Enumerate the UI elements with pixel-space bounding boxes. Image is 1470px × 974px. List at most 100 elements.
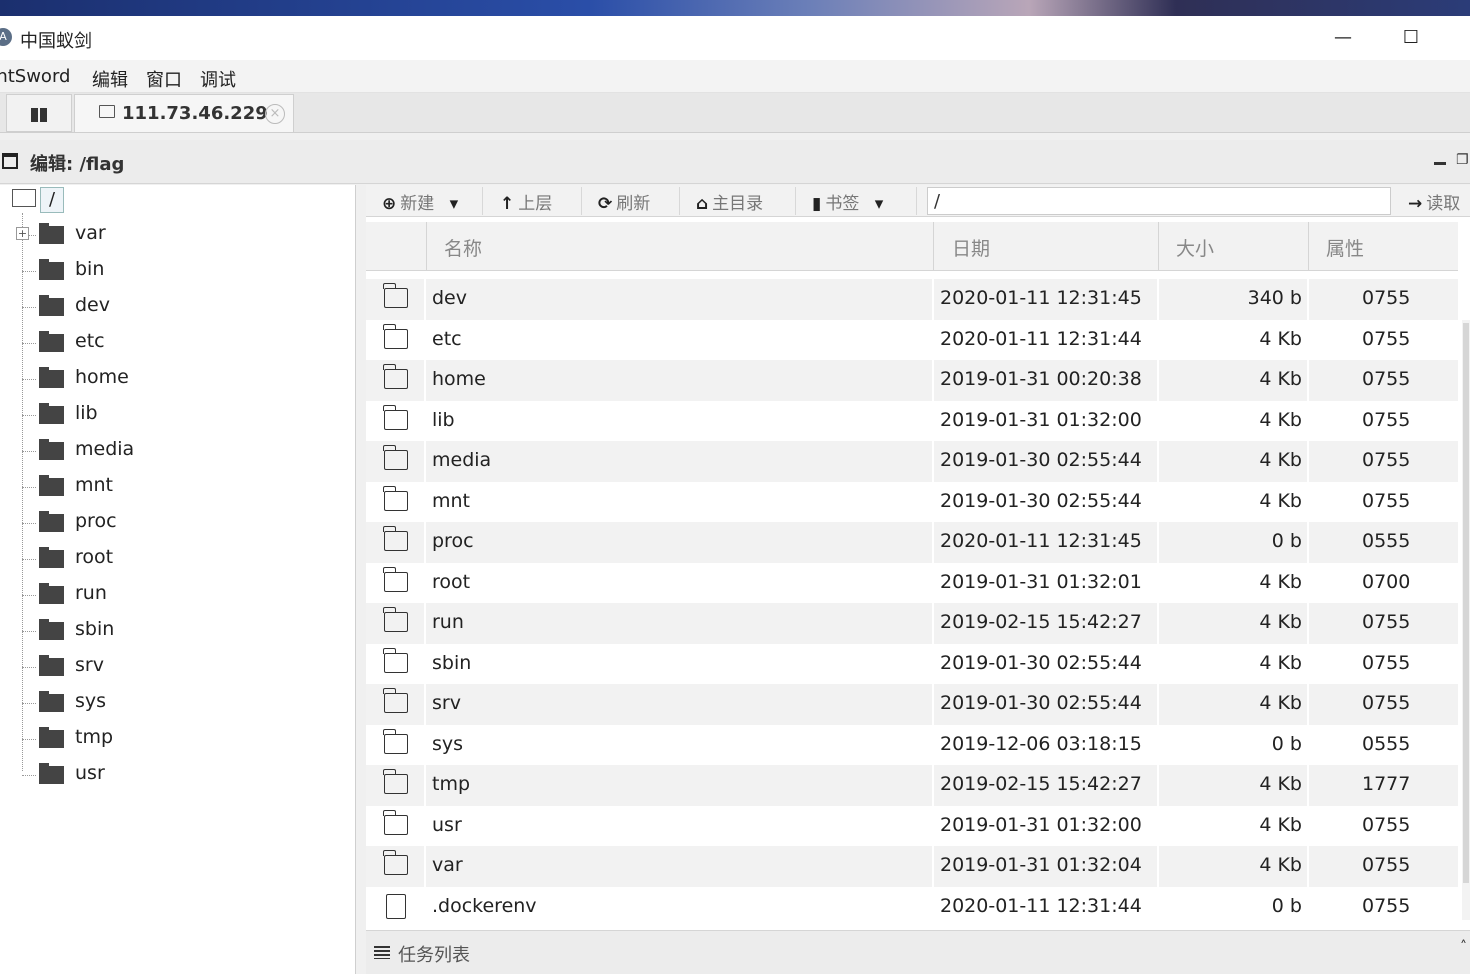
tree-item[interactable]: root — [0, 541, 356, 577]
menu-bar: AntSword 编辑 窗口 调试 — [0, 60, 1470, 93]
folder-icon — [39, 403, 64, 424]
menu-window[interactable]: 窗口 — [146, 66, 182, 92]
minimize-button[interactable]: — — [1320, 16, 1366, 60]
task-list-bar: 任务列表 ˄ — [366, 930, 1470, 974]
file-row[interactable]: var 2019-01-31 01:32:04 4 Kb 0755 — [366, 846, 1458, 887]
column-header-perm[interactable]: 属性 — [1326, 234, 1364, 261]
new-button[interactable]: ⊕ 新建 ▾ — [382, 189, 462, 214]
tree-item-label: usr — [75, 762, 105, 784]
folder-icon — [39, 367, 64, 388]
refresh-button[interactable]: ⟳ 刷新 — [598, 189, 650, 214]
column-divider — [1157, 319, 1159, 360]
tree-guide-line — [22, 667, 36, 668]
tree-item[interactable]: tmp — [0, 721, 356, 757]
menu-debug[interactable]: 调试 — [200, 66, 236, 92]
tree-item[interactable]: bin — [0, 253, 356, 289]
column-divider — [1307, 846, 1309, 887]
column-divider — [1157, 765, 1159, 806]
plus-circle-icon: ⊕ — [382, 194, 397, 214]
tab-host[interactable]: 111.73.46.229 × — [74, 94, 294, 132]
column-divider — [1307, 886, 1309, 921]
tree-item[interactable]: proc — [0, 505, 356, 541]
file-size: 4 Kb — [1259, 611, 1302, 633]
path-input[interactable] — [927, 187, 1391, 215]
menu-antsword[interactable]: AntSword — [0, 66, 70, 87]
up-button[interactable]: ↑ 上层 — [500, 189, 552, 214]
tree-item[interactable]: lib — [0, 397, 356, 433]
tree-item[interactable]: sys — [0, 685, 356, 721]
column-divider — [424, 522, 426, 563]
tab-home[interactable] — [6, 94, 72, 132]
folder-icon — [383, 323, 408, 349]
file-row[interactable]: tmp 2019-02-15 15:42:27 4 Kb 1777 — [366, 765, 1458, 806]
folder-icon — [383, 728, 408, 754]
tree-item[interactable]: run — [0, 577, 356, 613]
arrow-right-icon: → — [1408, 194, 1423, 214]
file-row[interactable]: sbin 2019-01-30 02:55:44 4 Kb 0755 — [366, 643, 1458, 684]
file-row[interactable]: lib 2019-01-31 01:32:00 4 Kb 0755 — [366, 400, 1458, 441]
close-icon[interactable]: × — [265, 104, 285, 124]
tree-root[interactable]: / — [40, 187, 64, 213]
tree-item[interactable]: mnt — [0, 469, 356, 505]
file-row[interactable]: .dockerenv 2020-01-11 12:31:44 0 b 0755 — [366, 886, 1458, 921]
file-row[interactable]: srv 2019-01-30 02:55:44 4 Kb 0755 — [366, 684, 1458, 725]
file-row[interactable]: sys 2019-12-06 03:18:15 0 b 0555 — [366, 724, 1458, 765]
panel-minimize-button[interactable] — [1434, 162, 1446, 165]
toolbar-divider — [679, 187, 680, 215]
pane-splitter[interactable] — [356, 185, 366, 974]
tree-item[interactable]: etc — [0, 325, 356, 361]
panel-restore-button[interactable]: ❐ — [1456, 152, 1469, 168]
arrow-up-icon: ↑ — [500, 194, 515, 214]
column-header-name[interactable]: 名称 — [444, 234, 482, 261]
up-label: 上层 — [518, 194, 553, 214]
file-row[interactable]: usr 2019-01-31 01:32:00 4 Kb 0755 — [366, 805, 1458, 846]
tree-item[interactable]: srv — [0, 649, 356, 685]
file-row[interactable]: proc 2020-01-11 12:31:45 0 b 0555 — [366, 522, 1458, 563]
file-size: 0 b — [1271, 530, 1302, 552]
column-divider — [424, 886, 426, 921]
file-name: dev — [432, 287, 467, 309]
file-row[interactable]: media 2019-01-30 02:55:44 4 Kb 0755 — [366, 441, 1458, 482]
column-header-date[interactable]: 日期 — [952, 234, 990, 261]
tree-item[interactable]: home — [0, 361, 356, 397]
column-divider — [1307, 400, 1309, 441]
file-row[interactable]: home 2019-01-31 00:20:38 4 Kb 0755 — [366, 360, 1458, 401]
column-divider — [424, 360, 426, 401]
toolbar-divider — [795, 187, 796, 215]
file-row[interactable]: dev 2020-01-11 12:31:45 340 b 0755 — [366, 279, 1458, 320]
maximize-button[interactable]: ☐ — [1388, 16, 1434, 60]
tree-guide-line — [22, 343, 36, 344]
menu-edit[interactable]: 编辑 — [92, 66, 128, 92]
read-button[interactable]: → 读取 — [1408, 189, 1460, 214]
folder-icon — [39, 727, 64, 748]
file-row[interactable]: run 2019-02-15 15:42:27 4 Kb 0755 — [366, 603, 1458, 644]
expand-icon[interactable]: + — [16, 227, 29, 240]
column-divider — [424, 279, 426, 320]
tree-item-label: sys — [75, 690, 107, 712]
tree-item[interactable]: + var — [0, 217, 356, 253]
column-divider — [424, 481, 426, 522]
tree-item[interactable]: usr — [0, 757, 356, 793]
bookmark-button[interactable]: ▮ 书签 ▾ — [812, 189, 887, 214]
file-name: root — [432, 570, 471, 593]
column-divider — [424, 643, 426, 684]
window-title: 中国蚁剑 — [20, 31, 92, 52]
file-permissions: 0755 — [1362, 894, 1411, 917]
folder-icon — [383, 364, 408, 389]
tree-item[interactable]: sbin — [0, 613, 356, 649]
tree-item-label: sbin — [75, 618, 115, 640]
column-header-size[interactable]: 大小 — [1176, 234, 1214, 261]
column-divider — [424, 765, 426, 806]
column-divider — [932, 643, 934, 684]
folder-icon — [39, 655, 64, 676]
scrollbar-thumb[interactable] — [1463, 323, 1469, 883]
tree-item[interactable]: media — [0, 433, 356, 469]
chevron-up-icon[interactable]: ˄ — [1460, 939, 1467, 955]
tree-item[interactable]: dev — [0, 289, 356, 325]
file-row[interactable]: root 2019-01-31 01:32:01 4 Kb 0700 — [366, 562, 1458, 603]
file-date: 2020-01-11 12:31:44 — [940, 894, 1142, 917]
file-row[interactable]: mnt 2019-01-30 02:55:44 4 Kb 0755 — [366, 481, 1458, 522]
home-button[interactable]: ⌂ 主目录 — [696, 189, 763, 214]
file-permissions: 0755 — [1362, 449, 1411, 471]
file-row[interactable]: etc 2020-01-11 12:31:44 4 Kb 0755 — [366, 319, 1458, 360]
